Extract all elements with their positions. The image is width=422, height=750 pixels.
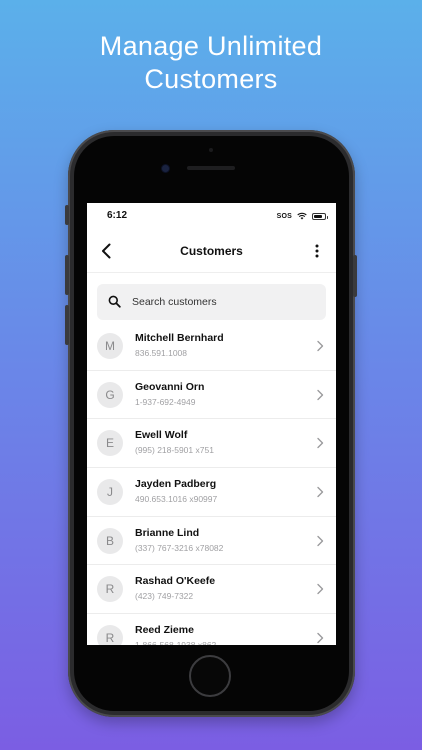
mute-switch: [65, 205, 69, 225]
volume-down-button: [65, 305, 69, 345]
avatar: R: [97, 576, 123, 603]
headline: Manage Unlimited Customers: [0, 30, 422, 96]
customer-row[interactable]: J Jayden Padberg 490.653.1016 x90997: [87, 468, 336, 517]
customer-name: Jayden Padberg: [135, 478, 217, 491]
app-screen: 6:12 SOS Customers Search customers M Mi…: [87, 203, 336, 645]
home-button[interactable]: [189, 655, 231, 697]
more-vertical-icon[interactable]: [308, 241, 326, 261]
search-input[interactable]: Search customers: [97, 284, 326, 320]
nav-divider: [87, 272, 336, 273]
search-icon: [108, 295, 121, 308]
customer-phone: 836.591.1008: [135, 348, 187, 358]
carrier-label: SOS: [276, 212, 292, 220]
battery-icon: [312, 212, 328, 220]
chevron-right-icon: [317, 486, 324, 498]
avatar: G: [97, 381, 123, 408]
navigation-bar: Customers: [87, 231, 336, 271]
avatar: R: [97, 625, 123, 645]
chevron-right-icon: [317, 535, 324, 546]
customer-row[interactable]: R Reed Zieme 1-866-568-1938 x862: [87, 614, 336, 645]
front-camera: [162, 165, 169, 172]
customer-phone: (423) 749-7322: [135, 591, 194, 602]
chevron-right-icon: [317, 632, 324, 644]
status-bar: 6:12 SOS: [87, 203, 336, 227]
customer-row[interactable]: E Ewell Wolf (995) 218-5901 x751: [87, 419, 336, 469]
customer-name: Ewell Wolf: [135, 429, 188, 442]
customer-phone: 490.653.1016 x90997: [135, 494, 218, 505]
customer-phone: 1-937-692-4949: [135, 396, 196, 407]
customer-list: M Mitchell Bernhard 836.591.1008 G Geovanni …: [87, 322, 336, 645]
chevron-right-icon: [317, 584, 324, 595]
customer-phone: (995) 218-5901 x751: [135, 445, 214, 456]
customer-phone: 1-866-568-1938 x862: [135, 640, 216, 645]
avatar: J: [97, 479, 123, 506]
proximity-sensor: [209, 148, 213, 152]
wifi-icon: [297, 212, 307, 220]
search-placeholder: Search customers: [132, 296, 217, 308]
customer-row[interactable]: B Brianne Lind (337) 767-3216 x78082: [87, 517, 336, 566]
customer-phone: (337) 767-3216 x78082: [135, 542, 224, 553]
customer-name: Brianne Lind: [135, 526, 200, 539]
avatar: M: [97, 333, 123, 359]
page-title: Customers: [180, 244, 243, 258]
customer-row[interactable]: G Geovanni Orn 1-937-692-4949: [87, 371, 336, 420]
customer-name: Reed Zieme: [135, 624, 194, 637]
avatar: E: [97, 430, 123, 457]
status-indicators: SOS: [276, 210, 328, 222]
avatar: B: [97, 527, 123, 554]
chevron-right-icon: [317, 340, 324, 352]
chevron-right-icon: [317, 389, 324, 400]
customer-row[interactable]: M Mitchell Bernhard 836.591.1008: [87, 322, 336, 371]
headline-line-1: Manage Unlimited: [99, 31, 323, 61]
status-time: 6:12: [107, 210, 128, 221]
customer-name: Geovanni Orn: [135, 380, 205, 393]
power-button: [353, 255, 357, 297]
earpiece-speaker: [187, 166, 235, 170]
battery-level: [314, 214, 322, 218]
customer-name: Mitchell Bernhard: [135, 332, 224, 344]
customer-name: Rashad O'Keefe: [135, 575, 216, 588]
chevron-right-icon: [317, 438, 324, 449]
customer-row[interactable]: R Rashad O'Keefe (423) 749-7322: [87, 565, 336, 615]
volume-up-button: [65, 255, 69, 295]
headline-line-2: Customers: [144, 64, 278, 94]
